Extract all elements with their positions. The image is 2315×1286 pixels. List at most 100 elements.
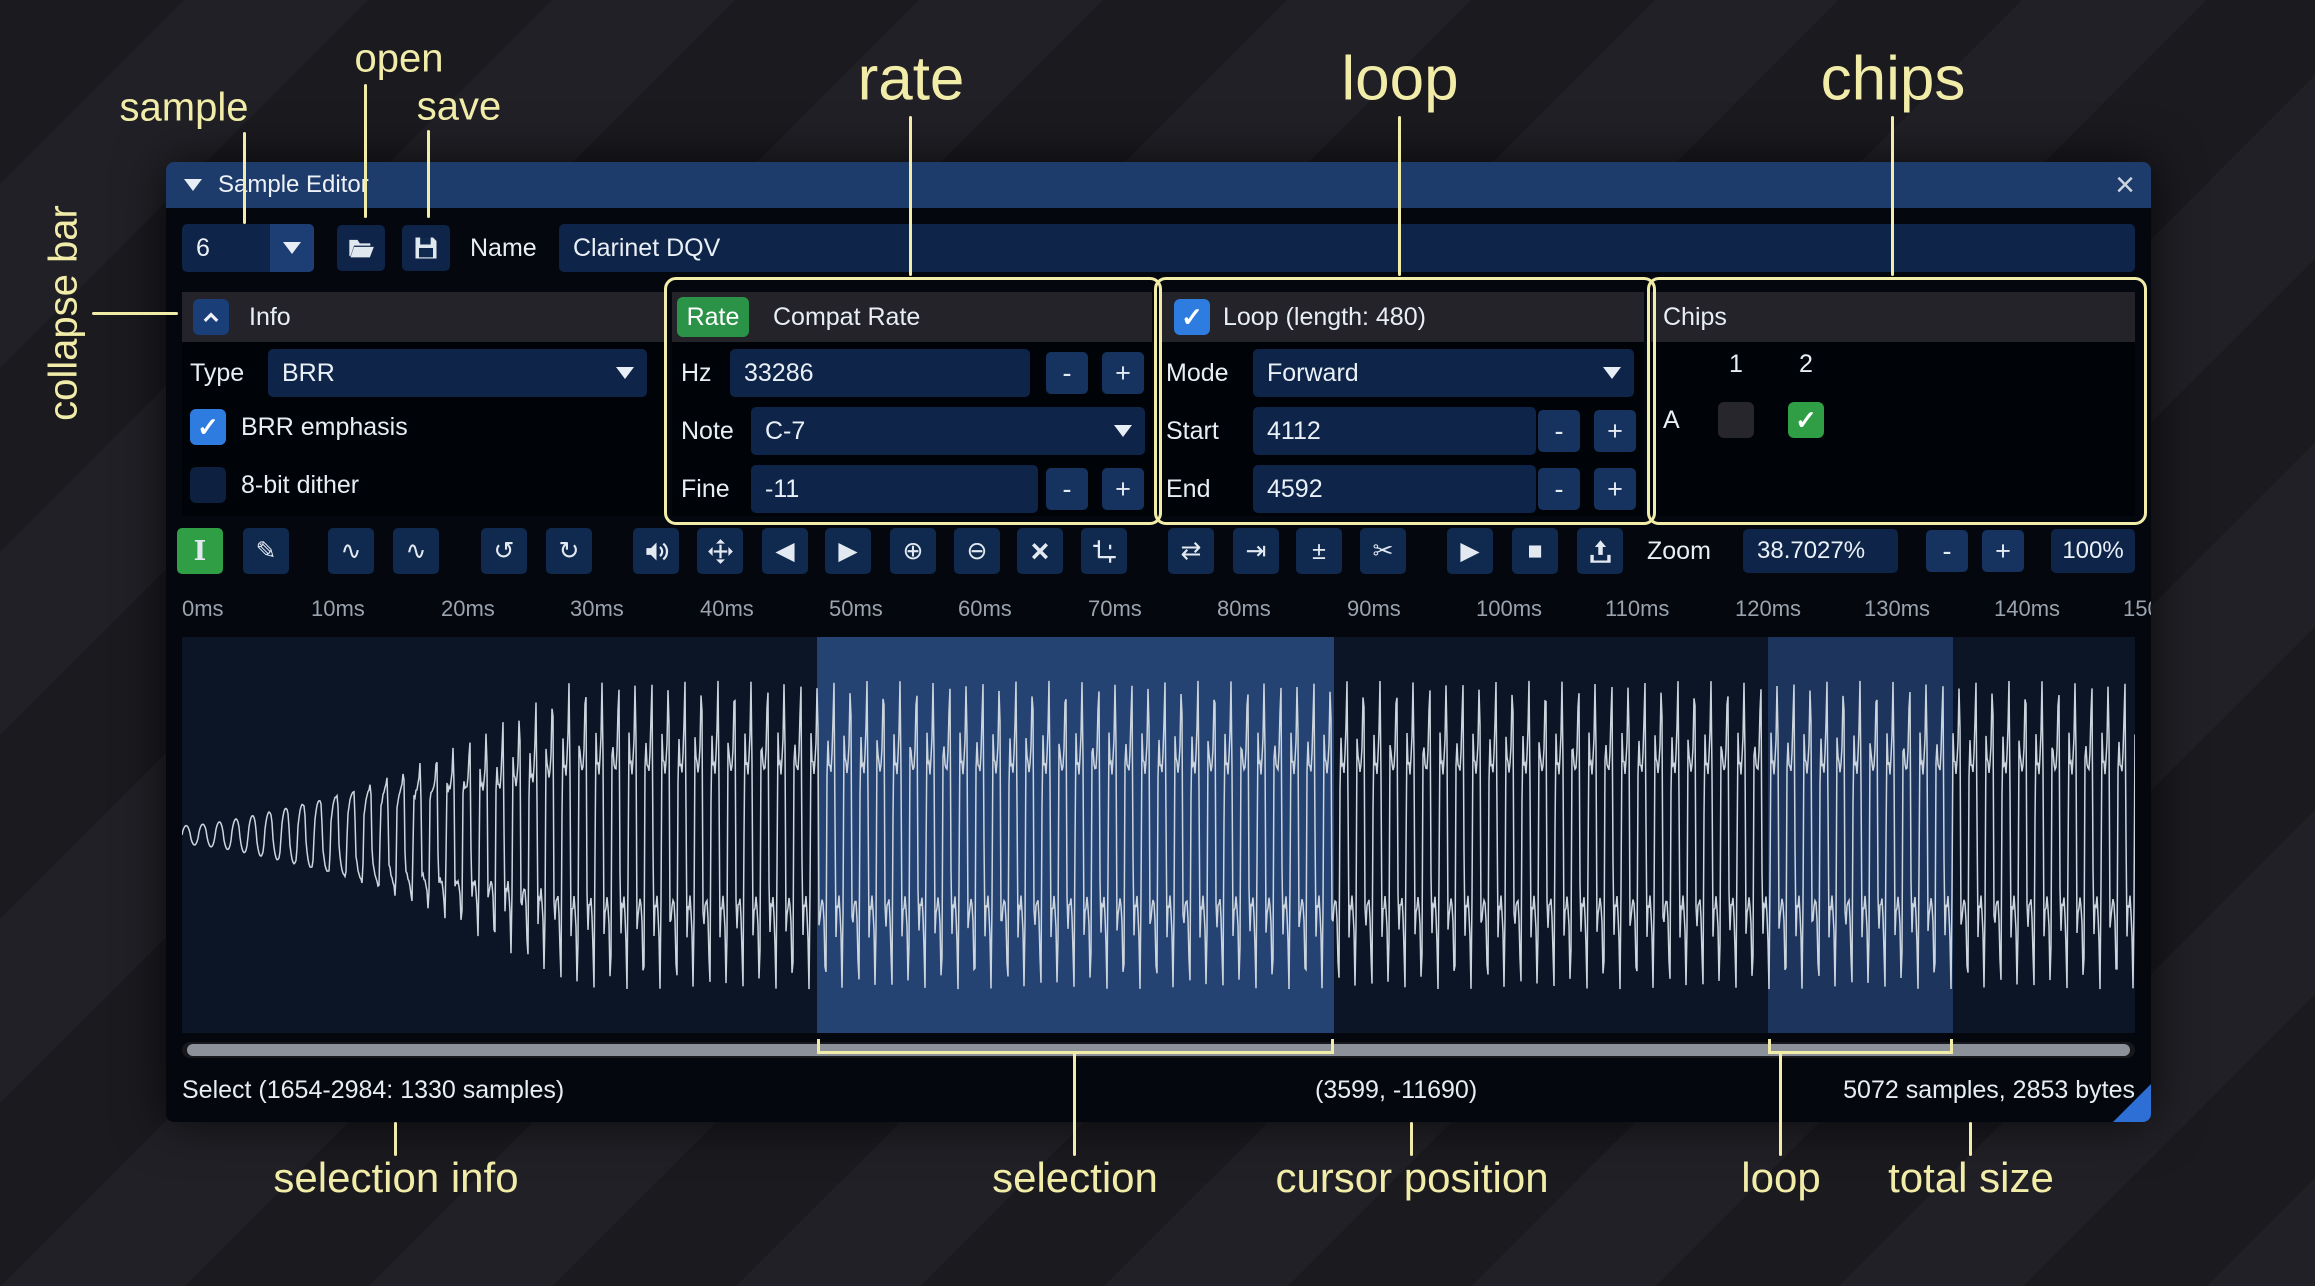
page-background: Sample Editor × 6 Name Clarinet DQV xyxy=(0,0,2315,1286)
ruler-label: 50ms xyxy=(829,596,883,622)
ruler-label: 150ms xyxy=(2123,596,2151,622)
type-value: BRR xyxy=(282,359,335,388)
insert-silence-icon[interactable]: ⊕ xyxy=(890,528,936,574)
annotation-line-cursor-position xyxy=(1410,1122,1413,1156)
annotation-open: open xyxy=(355,37,444,82)
selection-info-text: Select (1654-2984: 1330 samples) xyxy=(182,1070,564,1110)
zoom-reset-button[interactable]: 100% xyxy=(2051,529,2135,573)
annotation-line-rate xyxy=(909,116,912,276)
window-collapse-icon[interactable] xyxy=(184,179,202,191)
check-icon: ✓ xyxy=(197,412,219,443)
ruler-label: 130ms xyxy=(1864,596,1930,622)
annotation-save: save xyxy=(417,85,502,130)
zoom-value-field[interactable]: 38.7027% xyxy=(1743,529,1898,573)
resample-icon[interactable]: ∿ xyxy=(393,528,439,574)
normalize-icon[interactable] xyxy=(697,528,743,574)
open-button[interactable] xyxy=(337,225,385,271)
ruler-label: 110ms xyxy=(1605,596,1669,622)
forward-icon[interactable]: ▶ xyxy=(825,528,871,574)
swap-icon[interactable]: ⇄ xyxy=(1168,528,1214,574)
plus-minus-icon[interactable]: ± xyxy=(1296,528,1342,574)
annotation-box-loop xyxy=(1154,277,1656,525)
ruler-label: 80ms xyxy=(1217,596,1271,622)
annotation-rate: rate xyxy=(858,44,965,115)
sample-slot-value: 6 xyxy=(196,234,210,263)
zoom-out-button[interactable]: - xyxy=(1926,530,1968,572)
cursor-position-text: (3599, -11690) xyxy=(1315,1070,1477,1110)
ruler-label: 30ms xyxy=(570,596,624,622)
ruler-label: 140ms xyxy=(1994,596,2060,622)
chevron-up-icon xyxy=(200,306,222,328)
annotation-line-open xyxy=(364,84,367,218)
name-value: Clarinet DQV xyxy=(573,234,720,263)
chevron-down-icon[interactable] xyxy=(270,224,314,272)
waveform-path xyxy=(182,681,2135,989)
sample-slot-select[interactable]: 6 xyxy=(182,224,314,272)
type-label: Type xyxy=(190,349,244,397)
ruler-label: 20ms xyxy=(441,596,495,622)
edit-cursor-icon[interactable]: I xyxy=(177,528,223,574)
pencil-icon[interactable]: ✎ xyxy=(243,528,289,574)
save-button[interactable] xyxy=(402,225,450,271)
annotation-cursor-position: cursor position xyxy=(1275,1154,1548,1202)
amplify-icon[interactable] xyxy=(633,528,679,574)
resize-grip[interactable] xyxy=(2113,1084,2151,1122)
annotation-selection: selection xyxy=(992,1154,1158,1202)
annotation-line-loop-bottom xyxy=(1779,1052,1782,1156)
annotation-chips: chips xyxy=(1821,44,1966,115)
annotation-bracket-loop xyxy=(1768,1039,1953,1054)
annotation-line-save xyxy=(427,130,430,218)
annotation-loop-bottom: loop xyxy=(1741,1154,1820,1202)
collapse-bar-button[interactable] xyxy=(193,299,229,335)
floppy-disk-icon xyxy=(412,234,440,262)
ruler-label: 60ms xyxy=(958,596,1012,622)
brr-emphasis-label: BRR emphasis xyxy=(241,403,408,451)
annotation-line-total-size xyxy=(1969,1122,1972,1156)
trim-icon[interactable] xyxy=(1081,528,1127,574)
ruler-label: 40ms xyxy=(700,596,754,622)
window-titlebar[interactable]: Sample Editor × xyxy=(166,162,2151,208)
resize-icon[interactable]: ∿ xyxy=(328,528,374,574)
ruler-label: 120ms xyxy=(1735,596,1801,622)
reverse-icon[interactable]: ◀ xyxy=(762,528,808,574)
undo-icon[interactable]: ↺ xyxy=(481,528,527,574)
upload-icon xyxy=(1587,538,1614,565)
annotation-line-loop xyxy=(1398,116,1401,276)
annotation-total-size: total size xyxy=(1888,1154,2054,1202)
info-title: Info xyxy=(249,293,291,341)
ruler-label: 70ms xyxy=(1088,596,1142,622)
annotation-line-selection-info xyxy=(394,1122,397,1156)
ruler-label: 0ms xyxy=(182,596,224,622)
total-size-text: 5072 samples, 2853 bytes xyxy=(1843,1070,2135,1110)
type-select[interactable]: BRR xyxy=(268,349,647,397)
annotation-collapse-bar: collapse bar xyxy=(42,205,87,421)
chevron-down-icon[interactable] xyxy=(603,349,647,397)
name-label: Name xyxy=(470,224,537,272)
folder-open-icon xyxy=(347,234,375,262)
annotation-sample: sample xyxy=(120,86,249,131)
annotation-loop: loop xyxy=(1341,44,1458,115)
ruler-label: 10ms xyxy=(311,596,365,622)
brr-emphasis-checkbox[interactable]: ✓ xyxy=(190,409,226,445)
scissors-icon[interactable]: ✂ xyxy=(1360,528,1406,574)
arrows-cross-icon xyxy=(707,538,734,565)
seek-icon[interactable]: ⇥ xyxy=(1233,528,1279,574)
stop-icon[interactable]: ■ xyxy=(1512,528,1558,574)
dither-checkbox[interactable] xyxy=(190,467,226,503)
close-icon[interactable]: × xyxy=(2115,162,2135,208)
delete-icon[interactable]: × xyxy=(1017,528,1063,574)
annotation-box-rate xyxy=(664,277,1162,525)
speaker-icon xyxy=(643,538,670,565)
ruler-label: 100ms xyxy=(1476,596,1542,622)
annotation-line-collapse-bar xyxy=(92,312,178,315)
window-title: Sample Editor xyxy=(218,171,369,199)
zoom-in-button[interactable]: + xyxy=(1982,530,2024,572)
apply-silence-icon[interactable]: ⊖ xyxy=(954,528,1000,574)
waveform-panel[interactable] xyxy=(182,637,2135,1033)
annotation-line-selection xyxy=(1073,1052,1076,1156)
annotation-selection-info: selection info xyxy=(273,1154,518,1202)
create-wavetable-icon[interactable] xyxy=(1577,528,1623,574)
play-icon[interactable]: ▶ xyxy=(1447,528,1493,574)
redo-icon[interactable]: ↻ xyxy=(546,528,592,574)
name-input[interactable]: Clarinet DQV xyxy=(559,224,2135,272)
